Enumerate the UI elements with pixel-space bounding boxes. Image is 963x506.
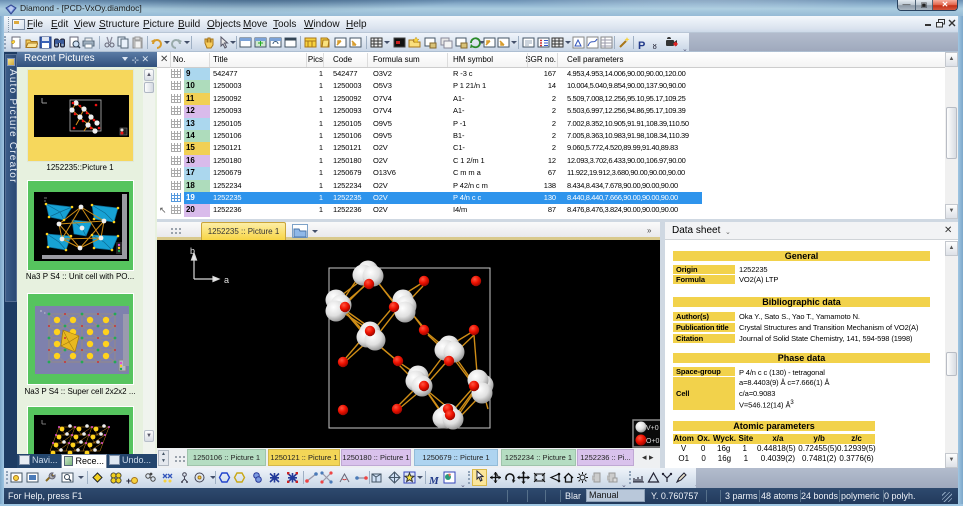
svg-text:a: a (224, 275, 229, 285)
svg-text:b: b (190, 246, 195, 256)
svg-text:O+0: O+0 (646, 438, 660, 445)
svg-text:V+0: V+0 (646, 425, 659, 432)
